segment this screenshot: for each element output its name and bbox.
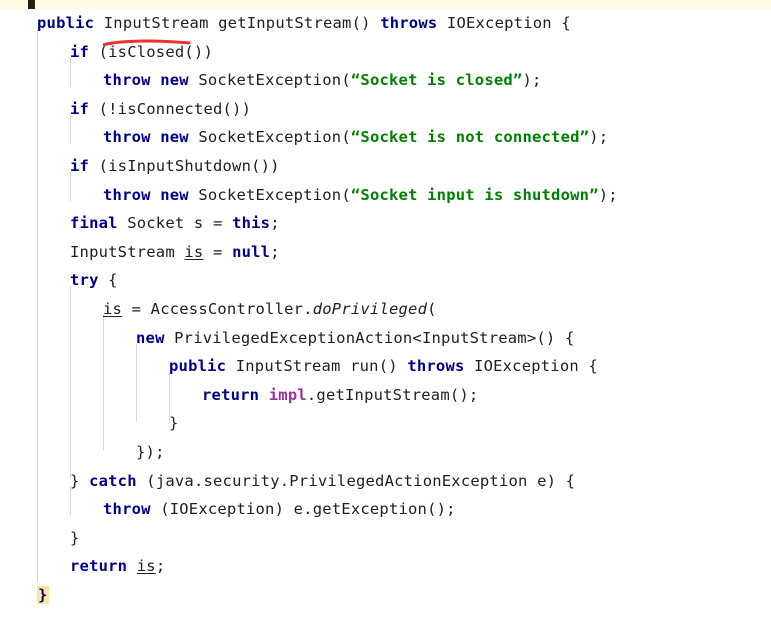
code-token-kw: final bbox=[70, 214, 118, 233]
code-token-kw: new bbox=[160, 128, 189, 147]
code-token-plain: ); bbox=[589, 128, 609, 147]
code-line[interactable]: InputStream is = null; bbox=[0, 238, 771, 267]
code-line[interactable]: if (isClosed()) bbox=[0, 38, 771, 67]
code-line[interactable]: throw new SocketException(“Socket input … bbox=[0, 181, 771, 210]
code-line[interactable]: public InputStream getInputStream() thro… bbox=[0, 9, 771, 38]
code-line[interactable]: final Socket s = this; bbox=[0, 209, 771, 238]
code-token-plain: SocketException( bbox=[188, 128, 351, 147]
code-token-plain: (isInputShutdown()) bbox=[89, 156, 280, 175]
code-token-plain: ; bbox=[270, 214, 280, 233]
code-token-kw: return bbox=[70, 557, 128, 576]
code-token-plain: SocketException( bbox=[188, 185, 351, 204]
code-line[interactable]: } bbox=[0, 409, 771, 438]
code-line[interactable]: } bbox=[0, 581, 771, 610]
code-surface[interactable]: public InputStream getInputStream() thro… bbox=[0, 9, 771, 625]
top-band bbox=[0, 0, 771, 9]
code-line[interactable]: if (!isConnected()) bbox=[0, 95, 771, 124]
code-token-kw: if bbox=[70, 156, 90, 175]
code-token-kw: catch bbox=[89, 471, 137, 490]
code-token-kw: new bbox=[160, 71, 189, 90]
code-token-kw: if bbox=[70, 99, 90, 118]
code-token-kw: new bbox=[136, 328, 165, 347]
code-token-plain: { bbox=[98, 271, 118, 290]
code-line[interactable]: return impl.getInputStream(); bbox=[0, 381, 771, 410]
code-token-str: “Socket is closed” bbox=[350, 71, 523, 90]
code-token-str: “Socket input is shutdown” bbox=[350, 185, 599, 204]
code-line[interactable]: throw (IOException) e.getException(); bbox=[0, 495, 771, 524]
code-token-field: impl bbox=[268, 385, 307, 404]
code-token-kw: public bbox=[169, 357, 227, 376]
code-token-ital: doPrivileged bbox=[312, 299, 428, 318]
code-token-plain: IOException { bbox=[464, 357, 598, 376]
code-lines[interactable]: public InputStream getInputStream() thro… bbox=[0, 9, 771, 609]
code-token-plain: SocketException( bbox=[188, 71, 351, 90]
code-token-plain: = AccessController. bbox=[122, 299, 313, 318]
code-token-plain: (IOException) e.getException(); bbox=[150, 500, 456, 519]
code-line[interactable]: is = AccessController.doPrivileged( bbox=[0, 295, 771, 324]
code-token-kw: new bbox=[160, 185, 189, 204]
code-token-plain: (!isConnected()) bbox=[89, 99, 252, 118]
code-line[interactable]: throw new SocketException(“Socket is clo… bbox=[0, 66, 771, 95]
code-token-plain: ; bbox=[270, 242, 280, 261]
code-line[interactable]: return is; bbox=[0, 552, 771, 581]
code-token-local: is bbox=[103, 299, 123, 318]
code-line[interactable]: public InputStream run() throws IOExcept… bbox=[0, 352, 771, 381]
code-viewer-window: public InputStream getInputStream() thro… bbox=[0, 0, 771, 625]
code-token-plain: ); bbox=[598, 185, 618, 204]
code-token-str: “Socket is not connected” bbox=[350, 128, 590, 147]
code-token-plain: }); bbox=[136, 442, 165, 461]
code-token-kw: try bbox=[70, 271, 99, 290]
code-token-kw: throws bbox=[407, 357, 465, 376]
code-token-plain: ); bbox=[522, 71, 542, 90]
code-token-kw: this bbox=[232, 214, 271, 233]
code-token-plain: (isClosed()) bbox=[89, 42, 213, 61]
code-token-kw: throw bbox=[103, 500, 151, 519]
code-token-kw: public bbox=[37, 14, 95, 32]
code-token-plain: Socket s = bbox=[117, 214, 233, 233]
code-token-kw: throw bbox=[103, 185, 151, 204]
code-token-plain: getInputStream() bbox=[208, 14, 381, 32]
code-line[interactable]: if (isInputShutdown()) bbox=[0, 152, 771, 181]
code-token-kw: throws bbox=[380, 14, 438, 32]
code-token-plain: .getInputStream(); bbox=[306, 385, 479, 404]
code-token-plain: } bbox=[70, 528, 80, 547]
code-token-plain: InputStream bbox=[103, 14, 209, 32]
code-token-kw: throw bbox=[103, 128, 151, 147]
code-token-plain: (java.security.PrivilegedActionException… bbox=[136, 471, 576, 490]
code-line[interactable]: new PrivilegedExceptionAction<InputStrea… bbox=[0, 324, 771, 353]
code-token-kw: if bbox=[70, 42, 90, 61]
code-token-bracehl: } bbox=[37, 585, 49, 604]
code-line[interactable]: try { bbox=[0, 266, 771, 295]
code-token-plain: ; bbox=[155, 557, 166, 576]
code-token-kw: null bbox=[232, 242, 271, 261]
code-token-plain: InputStream run() bbox=[226, 357, 408, 376]
code-token-kw: return bbox=[202, 385, 260, 404]
code-line[interactable]: } bbox=[0, 524, 771, 553]
top-band-marker bbox=[28, 0, 35, 9]
code-token-local: is bbox=[136, 557, 156, 576]
code-token-plain: IOException { bbox=[437, 14, 571, 32]
code-token-plain: } bbox=[169, 414, 179, 433]
code-line[interactable]: } catch (java.security.PrivilegedActionE… bbox=[0, 467, 771, 496]
code-line[interactable]: }); bbox=[0, 438, 771, 467]
code-token-plain: PrivilegedExceptionAction<InputStream>()… bbox=[164, 328, 575, 347]
code-token-local: is bbox=[184, 242, 204, 261]
code-token-plain: = bbox=[203, 242, 233, 261]
code-token-plain: ( bbox=[427, 299, 437, 318]
code-token-kw: throw bbox=[103, 71, 151, 90]
code-token-plain: } bbox=[70, 471, 90, 490]
code-token-plain: InputStream bbox=[70, 242, 185, 261]
code-line[interactable]: throw new SocketException(“Socket is not… bbox=[0, 123, 771, 152]
